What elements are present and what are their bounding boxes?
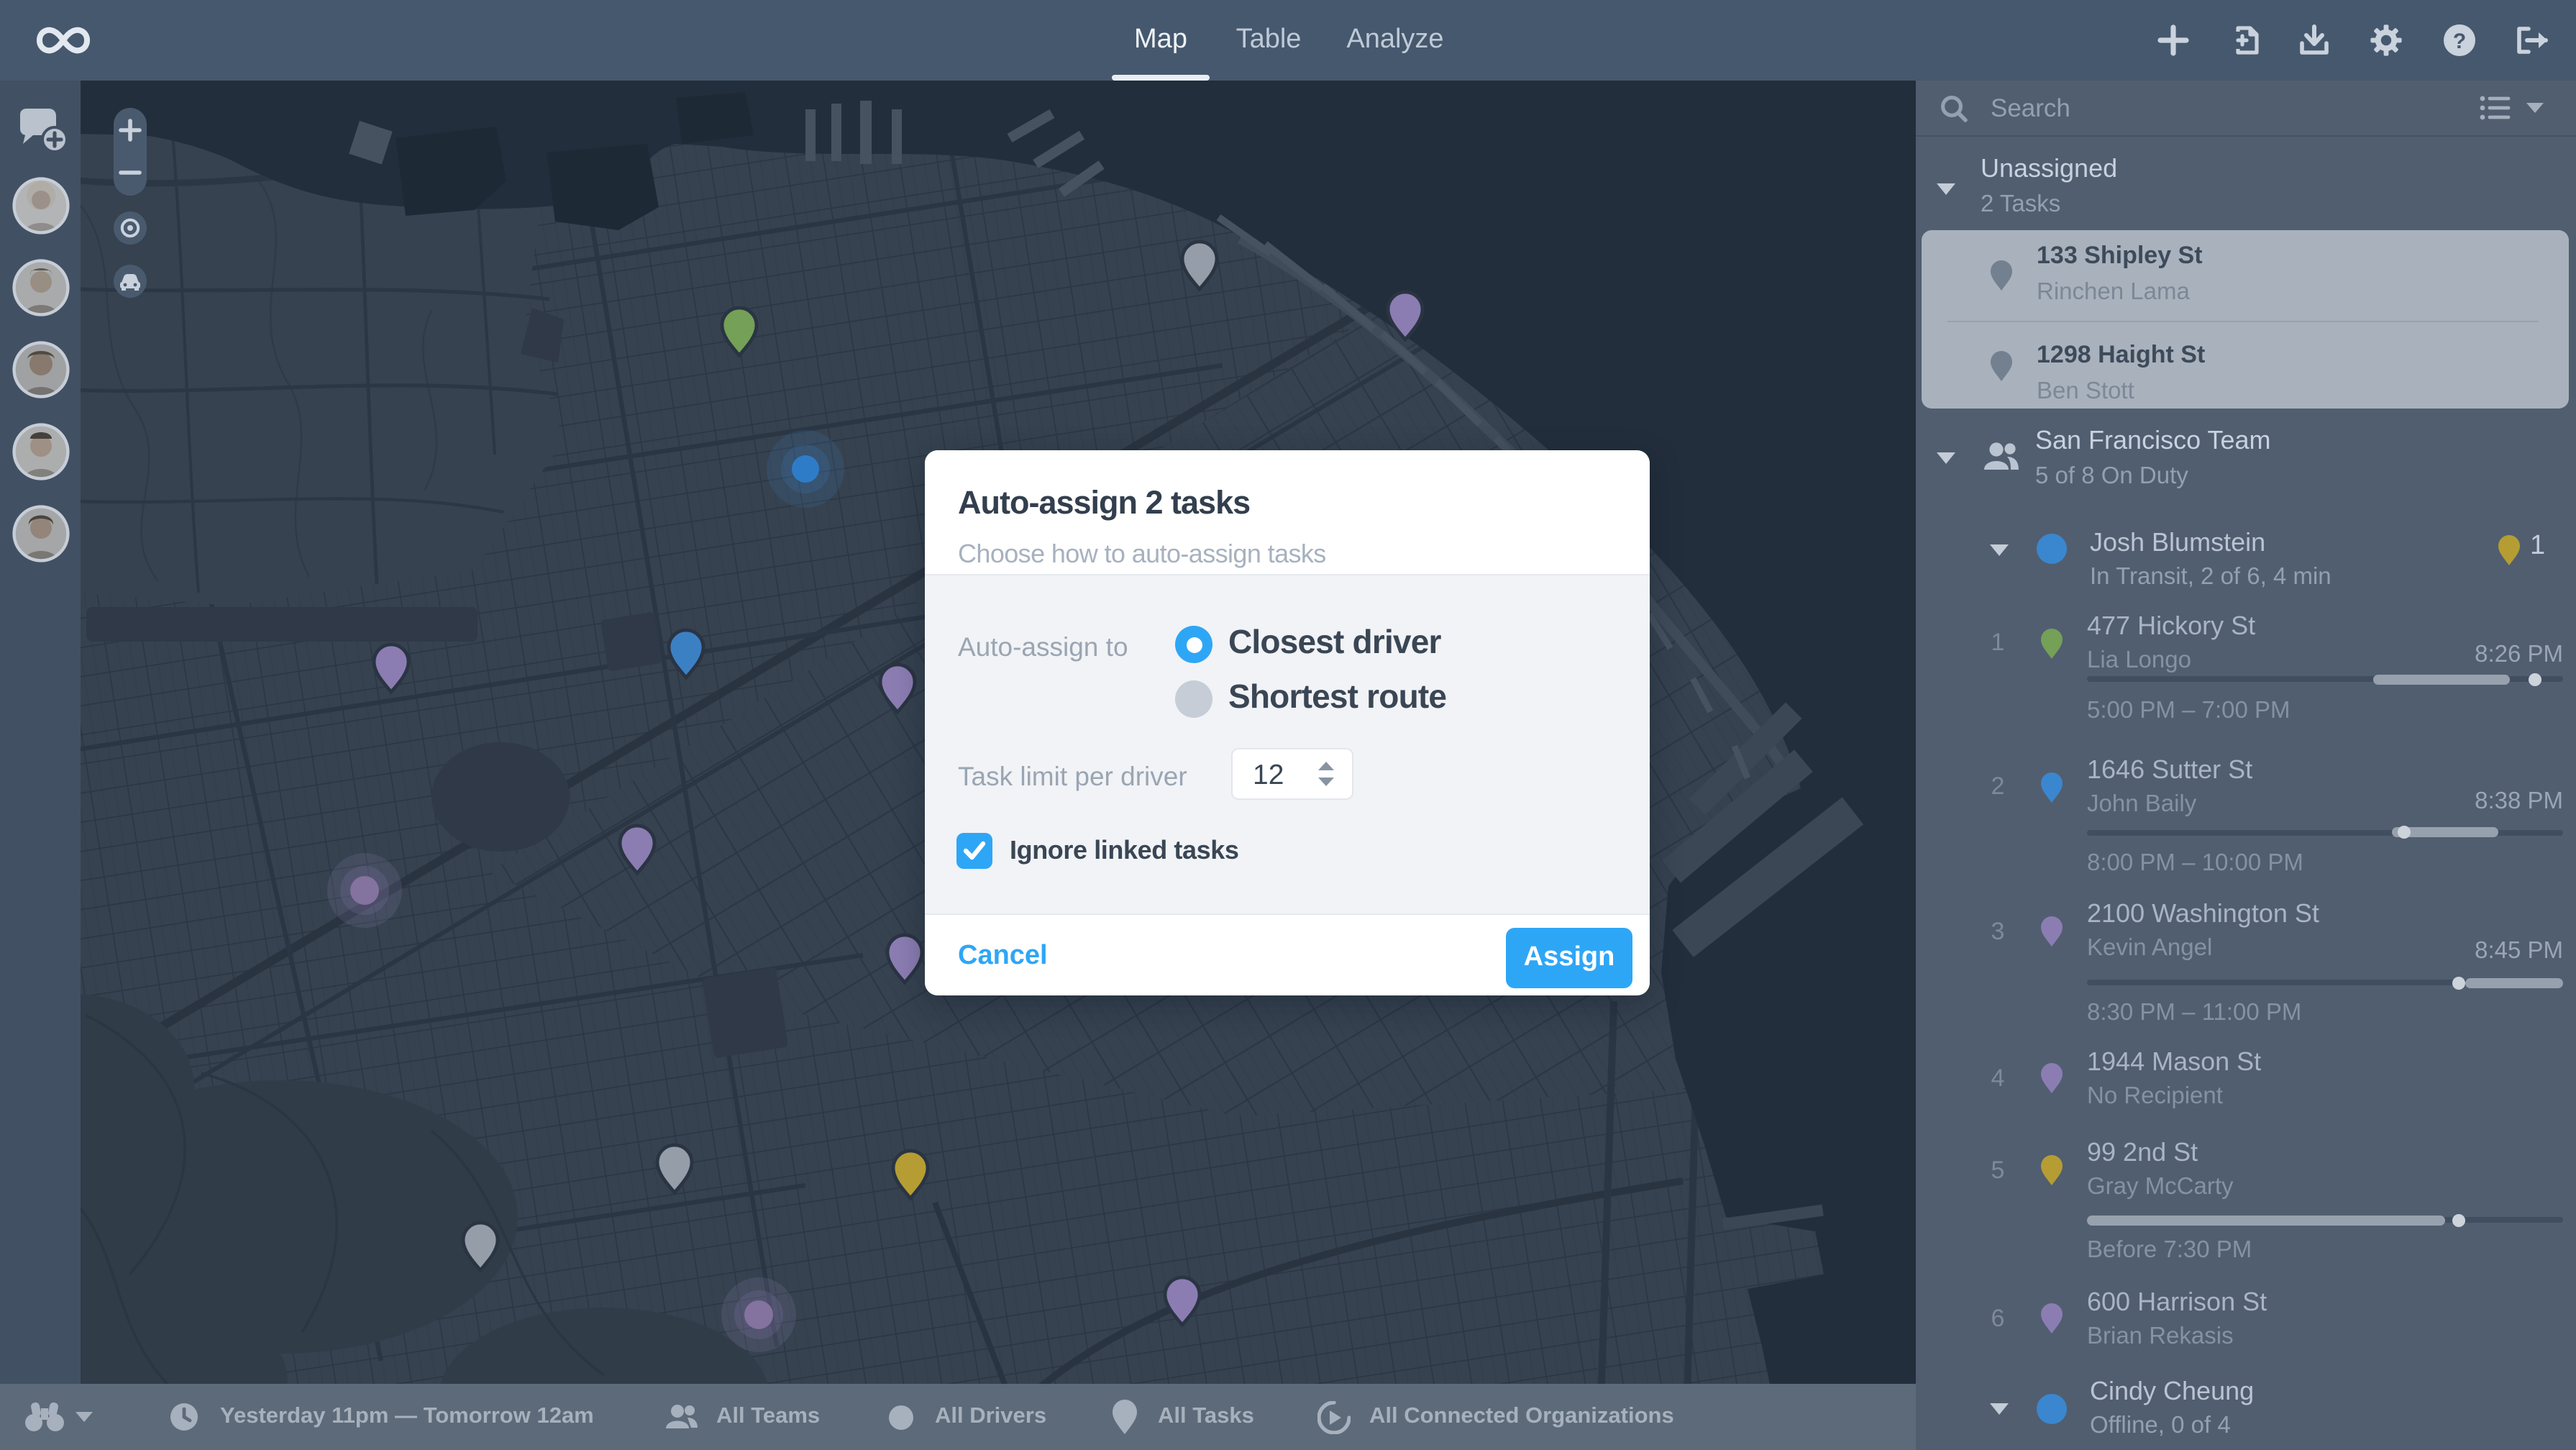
svg-text:?: ? — [2453, 29, 2466, 53]
